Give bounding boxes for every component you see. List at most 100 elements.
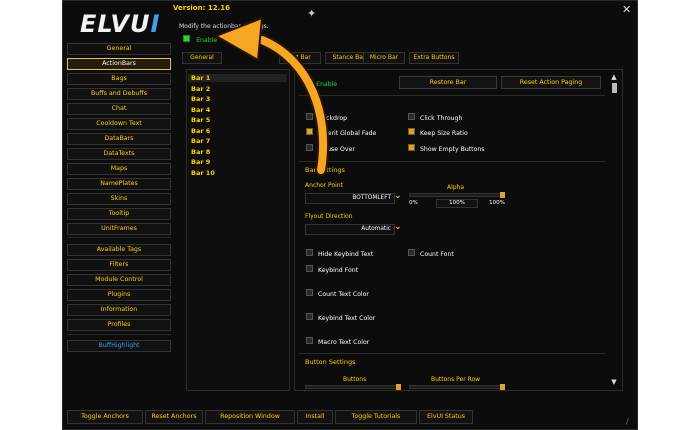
checkbox-icon <box>408 113 415 120</box>
divider <box>299 353 605 354</box>
anchor-point-dropdown[interactable]: BOTTOMLEFT <box>305 193 395 204</box>
sidebar-item-buffs-and-debuffs[interactable]: Buffs and Debuffs <box>67 88 171 100</box>
mouse-over-label: Mouse Over <box>318 146 355 153</box>
sidebar-item-plugins[interactable]: Plugins <box>67 289 171 301</box>
sidebar-item-module-control[interactable]: Module Control <box>67 274 171 286</box>
install-button[interactable]: Install <box>297 410 333 424</box>
resize-grip-icon[interactable]: ∕ <box>626 417 629 426</box>
chevron-down-icon[interactable]: ⌄ <box>394 222 402 232</box>
sidebar-item-available-tags[interactable]: Available Tags <box>67 244 171 256</box>
sidebar-item-skins[interactable]: Skins <box>67 193 171 205</box>
sidebar-item-datatexts[interactable]: DataTexts <box>67 148 171 160</box>
toggle-anchors-button[interactable]: Toggle Anchors <box>67 410 143 424</box>
buttons-slider[interactable] <box>305 385 401 389</box>
mouse-over-checkbox[interactable]: Mouse Over <box>306 144 355 153</box>
hide-keybind-text-checkbox[interactable]: Hide Keybind Text <box>306 249 373 258</box>
show-empty-label: Show Empty Buttons <box>420 146 485 153</box>
color-swatch-icon <box>306 289 313 296</box>
count-text-color-label: Count Text Color <box>318 291 369 298</box>
sidebar-item-buffhighlight[interactable]: BuffHighlight <box>67 340 171 352</box>
bird-icon: ✦ <box>307 7 317 20</box>
tab-micro-bar[interactable]: Micro Bar <box>363 52 405 64</box>
inherit-global-fade-checkbox[interactable]: Inherit Global Fade <box>306 128 376 137</box>
keybind-font-checkbox[interactable]: Keybind Font <box>306 265 358 274</box>
tab-general[interactable]: General <box>182 52 222 64</box>
bar-list-item[interactable]: Bar 9 <box>191 158 210 166</box>
sidebar-item-tooltip[interactable]: Tooltip <box>67 208 171 220</box>
color-swatch-icon <box>306 337 313 344</box>
checkbox-icon <box>306 265 313 272</box>
scrollbar[interactable]: ▲ ▼ <box>609 74 619 386</box>
elvui-status-button[interactable]: ElvUI Status <box>419 410 473 424</box>
keybind-text-color-swatch[interactable]: Keybind Text Color <box>306 313 375 322</box>
backdrop-checkbox[interactable]: Backdrop <box>306 113 347 122</box>
bar-list-item[interactable]: Bar 2 <box>191 85 210 93</box>
enable-checkbox[interactable]: Enable <box>303 79 337 88</box>
chevron-down-icon[interactable]: ⌄ <box>394 191 402 201</box>
checkbox-icon <box>306 113 313 120</box>
bar-list-item[interactable]: Bar 5 <box>191 116 210 124</box>
divider <box>299 95 605 96</box>
version-label: Version: 12.16 <box>173 4 230 12</box>
buttons-per-row-slider-thumb[interactable] <box>500 384 505 390</box>
keep-size-ratio-checkbox[interactable]: Keep Size Ratio <box>408 128 468 137</box>
alpha-min-label: 0% <box>409 200 418 206</box>
reposition-window-button[interactable]: Reposition Window <box>205 410 295 424</box>
color-swatch-icon <box>306 313 313 320</box>
flyout-direction-dropdown[interactable]: Automatic <box>305 224 395 235</box>
bar-list-item[interactable]: Bar 4 <box>191 106 210 114</box>
sidebar-item-bags[interactable]: Bags <box>67 73 171 85</box>
sidebar-item-chat[interactable]: Chat <box>67 103 171 115</box>
buttons-per-row-slider[interactable] <box>409 385 505 389</box>
bar-list-item[interactable]: Bar 3 <box>191 95 210 103</box>
bar-list-item[interactable]: Bar 7 <box>191 137 210 145</box>
sidebar-item-general[interactable]: General <box>67 43 171 55</box>
alpha-slider-thumb[interactable] <box>500 192 505 198</box>
sidebar-divider <box>67 237 171 238</box>
sidebar-item-filters[interactable]: Filters <box>67 259 171 271</box>
alpha-slider[interactable] <box>409 193 505 197</box>
tab-extra-buttons[interactable]: Extra Buttons <box>409 52 459 64</box>
bar-list-item[interactable]: Bar 10 <box>191 169 215 177</box>
show-empty-buttons-checkbox[interactable]: Show Empty Buttons <box>408 144 485 153</box>
checkbox-icon <box>408 144 415 151</box>
count-font-checkbox[interactable]: Count Font <box>408 249 454 258</box>
checkbox-icon <box>306 144 313 151</box>
sidebar-item-information[interactable]: Information <box>67 304 171 316</box>
tab-pet-bar[interactable]: Pet Bar <box>279 52 321 64</box>
enable-top-checkbox[interactable]: Enable <box>183 35 217 44</box>
sidebar-item-databars[interactable]: DataBars <box>67 133 171 145</box>
config-window: ELVUI Version: 12.16 ✦ ✕ Modify the acti… <box>62 0 638 430</box>
sidebar-item-actionbars[interactable]: ActionBars <box>67 58 171 70</box>
sidebar-item-unitframes[interactable]: UnitFrames <box>67 223 171 235</box>
bar-list-item[interactable]: Bar 8 <box>191 148 210 156</box>
inherit-fade-label: Inherit Global Fade <box>318 130 377 137</box>
sidebar-item-profiles[interactable]: Profiles <box>67 319 171 331</box>
close-icon[interactable]: ✕ <box>622 3 631 16</box>
sidebar-item-cooldown-text[interactable]: Cooldown Text <box>67 118 171 130</box>
scrollbar-thumb[interactable] <box>611 83 617 93</box>
keep-size-ratio-label: Keep Size Ratio <box>420 130 468 137</box>
alpha-value-box[interactable]: 100% <box>436 199 478 208</box>
macro-text-color-label: Macro Text Color <box>318 339 370 346</box>
keybind-text-color-label: Keybind Text Color <box>318 315 376 322</box>
macro-text-color-swatch[interactable]: Macro Text Color <box>306 337 369 346</box>
click-through-checkbox[interactable]: Click Through <box>408 113 462 122</box>
buttons-slider-thumb[interactable] <box>396 384 401 390</box>
sidebar-item-nameplates[interactable]: NamePlates <box>67 178 171 190</box>
bar-settings-header: Bar Settings <box>305 166 345 174</box>
reset-anchors-button[interactable]: Reset Anchors <box>145 410 203 424</box>
sidebar-item-maps[interactable]: Maps <box>67 163 171 175</box>
reset-action-paging-button[interactable]: Reset Action Paging <box>501 76 601 89</box>
restore-bar-button[interactable]: Restore Bar <box>399 76 497 89</box>
scroll-up-icon[interactable]: ▲ <box>609 74 619 81</box>
toggle-tutorials-button[interactable]: Toggle Tutorials <box>335 410 417 424</box>
bar-list-item[interactable]: Bar 6 <box>191 127 210 135</box>
bar-list-item[interactable]: Bar 1 <box>188 74 287 82</box>
backdrop-label: Backdrop <box>318 115 348 122</box>
checkbox-icon <box>303 79 310 86</box>
scroll-down-icon[interactable]: ▼ <box>609 379 619 386</box>
button-settings-header: Button Settings <box>305 358 356 366</box>
buttons-per-row-label: Buttons Per Row <box>431 376 481 383</box>
count-text-color-swatch[interactable]: Count Text Color <box>306 289 369 298</box>
